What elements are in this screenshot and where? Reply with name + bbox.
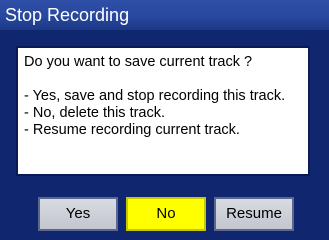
option-resume-description: - Resume recording current track.: [24, 122, 240, 138]
dialog-title: Stop Recording: [0, 0, 329, 30]
option-yes-description: - Yes, save and stop recording this trac…: [24, 88, 286, 104]
option-no-description: - No, delete this track.: [24, 105, 166, 121]
button-row: Yes No Resume: [0, 197, 329, 231]
no-button[interactable]: No: [126, 197, 206, 231]
stop-recording-screen: Stop Recording Do you want to save curre…: [0, 0, 329, 240]
message-box: Do you want to save current track ? - Ye…: [16, 46, 310, 176]
question-text: Do you want to save current track ?: [24, 54, 253, 70]
resume-button[interactable]: Resume: [214, 197, 294, 231]
yes-button[interactable]: Yes: [38, 197, 118, 231]
